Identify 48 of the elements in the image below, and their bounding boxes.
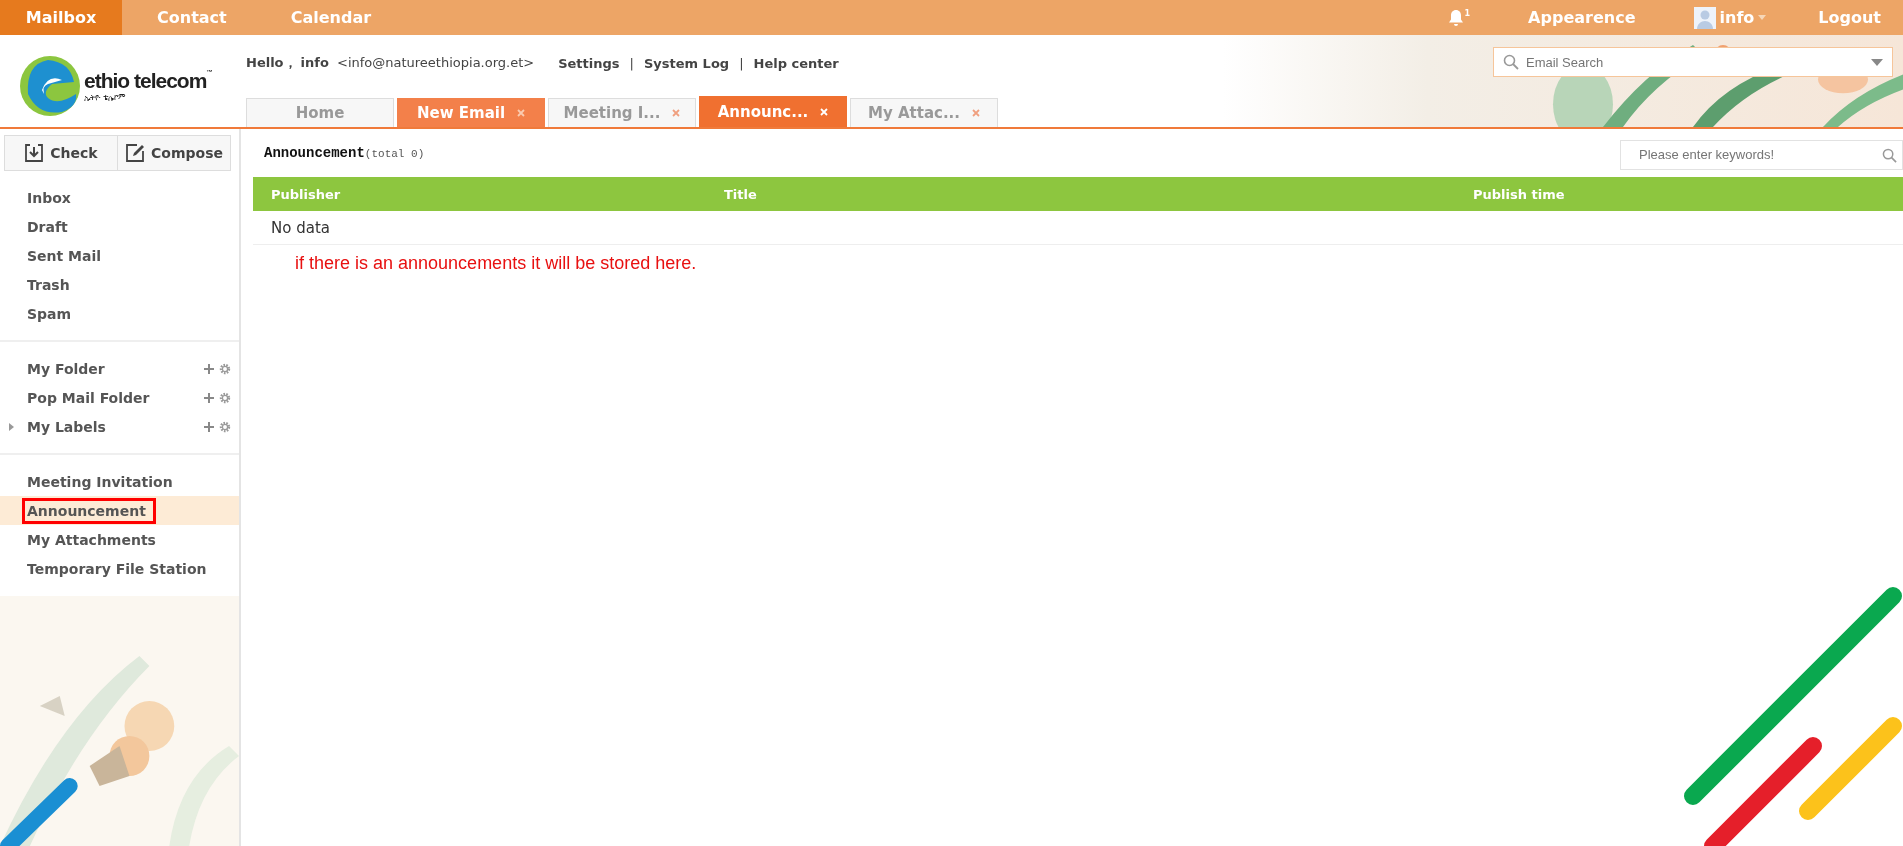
sidebar-item[interactable]: Trash: [27, 275, 76, 294]
sidebar-item[interactable]: Pop Mail Folder: [27, 388, 156, 407]
page-title: Announcement: [264, 145, 365, 161]
search-icon[interactable]: [1882, 147, 1897, 163]
sidebar-item[interactable]: My Attachments: [27, 530, 162, 549]
logo-subtitle: ኢትዮ ቴሌኮም: [84, 93, 126, 103]
close-icon[interactable]: [972, 109, 980, 117]
caret-icon[interactable]: [1758, 15, 1767, 20]
plus-icon[interactable]: [204, 363, 214, 374]
gear-icon[interactable]: [219, 362, 231, 375]
avatar-icon: [1693, 6, 1716, 29]
sidebar-item[interactable]: Meeting Invitation: [27, 472, 179, 491]
sidebar-item[interactable]: Spam: [27, 304, 78, 323]
keyword-search-field[interactable]: Please enter keywords!: [1620, 139, 1903, 170]
gear-icon[interactable]: [219, 420, 231, 433]
separator: |: [629, 55, 634, 71]
sidebar-item[interactable]: Sent Mail: [27, 246, 108, 265]
plus-icon[interactable]: [204, 392, 214, 403]
gear-icon[interactable]: [219, 391, 231, 404]
header-link[interactable]: System Log: [643, 55, 730, 71]
logo-text: ethio telecom: [84, 69, 207, 93]
plus-icon[interactable]: [204, 421, 214, 432]
column-header: Title: [724, 186, 758, 202]
sidebar-item[interactable]: My Folder: [27, 359, 111, 378]
edit-icon: [125, 143, 145, 163]
annotation-note: if there is an announcements it will be stored here.: [295, 253, 698, 274]
search-icon: [1503, 54, 1519, 70]
sidebar-item[interactable]: Temporary File Station: [27, 559, 213, 578]
empty-message: No data: [271, 218, 330, 237]
total-count: (total 0): [364, 148, 425, 160]
sidebar-item[interactable]: Inbox: [27, 188, 77, 207]
column-header: Publish time: [1473, 186, 1565, 202]
expand-icon[interactable]: [9, 422, 14, 431]
close-icon[interactable]: [517, 109, 526, 117]
header-link[interactable]: Settings: [558, 55, 620, 71]
bell-icon[interactable]: [1447, 8, 1464, 27]
notification-count: 1: [1464, 8, 1471, 18]
email-search-field[interactable]: Email Search: [1493, 47, 1893, 77]
sidebar-item[interactable]: Draft: [27, 217, 74, 236]
column-header: Publisher: [271, 186, 342, 202]
greeting-text: Hello， info <info@natureethiopia.org.et>: [246, 54, 535, 72]
separator: |: [739, 55, 744, 71]
close-icon[interactable]: [672, 109, 681, 117]
dropdown-icon[interactable]: [1871, 59, 1883, 66]
logo-icon: [18, 54, 82, 118]
header-link[interactable]: Help center: [753, 55, 839, 71]
sidebar-item[interactable]: My Labels: [27, 417, 112, 436]
download-icon: [24, 143, 45, 163]
